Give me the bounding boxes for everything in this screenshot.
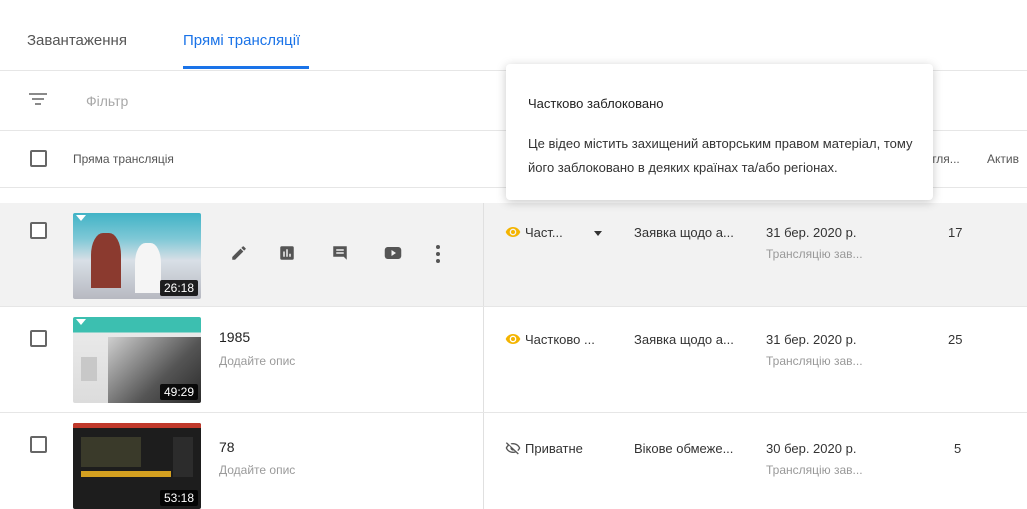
visibility-status[interactable]: Частково ... (525, 332, 595, 347)
views-count: 5 (954, 441, 962, 456)
filter-input[interactable]: Фільтр (86, 93, 128, 109)
active-tab-indicator (183, 66, 309, 69)
video-title[interactable]: 78 (219, 439, 235, 455)
date-text: 30 бер. 2020 р. (766, 441, 857, 456)
edit-icon[interactable] (230, 244, 248, 262)
video-description[interactable]: Додайте опис (219, 463, 295, 477)
video-thumbnail[interactable]: 49:29 (73, 317, 201, 403)
table-row[interactable]: 26:18 Част... Заявка щодо а... 31 бер. 2… (0, 203, 1027, 307)
filter-icon[interactable] (27, 91, 49, 107)
more-vert-icon[interactable] (434, 244, 442, 264)
video-description[interactable]: Додайте опис (219, 354, 295, 368)
video-duration: 49:29 (159, 384, 198, 400)
video-duration: 53:18 (159, 490, 198, 506)
video-thumbnail[interactable]: 53:18 (73, 423, 201, 509)
tab-uploads[interactable]: Завантаження (27, 32, 127, 49)
date-text: 31 бер. 2020 р. (766, 225, 857, 240)
eye-icon (505, 334, 521, 344)
tooltip-title: Частково заблоковано (528, 96, 664, 111)
visibility-dropdown-caret[interactable] (594, 231, 602, 236)
column-header-views[interactable]: тля... (931, 152, 960, 166)
views-count: 17 (948, 225, 963, 240)
restriction-text: Вікове обмеже... (634, 441, 734, 456)
tab-live[interactable]: Прямі трансляції (183, 32, 300, 49)
video-thumbnail[interactable]: 26:18 (73, 213, 201, 299)
tab-bar: Завантаження Прямі трансляції (0, 0, 1027, 71)
video-duration: 26:18 (159, 280, 198, 296)
column-header-live[interactable]: Пряма трансляція (73, 152, 174, 166)
row-checkbox[interactable] (30, 330, 47, 347)
date-subtext: Трансляцію зав... (766, 247, 863, 261)
youtube-icon[interactable] (384, 245, 402, 261)
eye-off-icon (505, 442, 521, 455)
date-subtext: Трансляцію зав... (766, 354, 863, 368)
table-row[interactable]: 53:18 78 Додайте опис Приватне Вікове об… (0, 413, 1027, 509)
tooltip-body: Це відео містить захищений авторським пр… (528, 136, 913, 175)
restriction-text: Заявка щодо а... (634, 332, 734, 347)
comments-icon[interactable] (331, 244, 349, 262)
views-count: 25 (948, 332, 963, 347)
row-checkbox[interactable] (30, 436, 47, 453)
video-title[interactable]: 1985 (219, 329, 250, 345)
eye-icon (505, 227, 521, 237)
table-row[interactable]: 49:29 1985 Додайте опис Частково ... Зая… (0, 307, 1027, 413)
copyright-tooltip: Частково заблоковано Це відео містить за… (506, 64, 933, 200)
analytics-icon[interactable] (278, 244, 296, 262)
visibility-status[interactable]: Част... (525, 225, 563, 240)
date-text: 31 бер. 2020 р. (766, 332, 857, 347)
row-checkbox[interactable] (30, 222, 47, 239)
date-subtext: Трансляцію зав... (766, 463, 863, 477)
restriction-text: Заявка щодо а... (634, 225, 734, 240)
visibility-status[interactable]: Приватне (525, 441, 583, 456)
select-all-checkbox[interactable] (30, 150, 47, 167)
column-header-active[interactable]: Актив (987, 152, 1019, 166)
